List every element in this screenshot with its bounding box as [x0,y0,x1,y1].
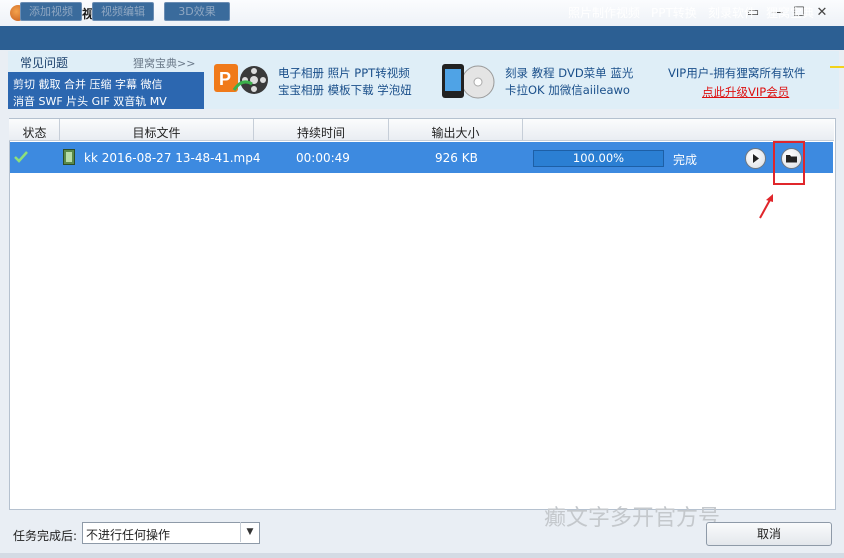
promo1-line-2[interactable]: 宝宝相册 模板下载 学泡妞 [278,82,412,98]
header-target-file[interactable]: 目标文件 [60,124,253,141]
chevron-down-icon[interactable]: ▼ [240,522,259,542]
after-task-label: 任务完成后: [13,529,78,543]
promo2-line-1[interactable]: 刻录 教程 DVD菜单 蓝光 [505,65,633,81]
header-status[interactable]: 状态 [10,124,59,141]
row-state: 完成 [673,153,698,167]
svg-text:P: P [219,69,231,89]
liwo-guide-link[interactable]: 狸窝宝典 [766,4,814,21]
annotation-arrow-icon [759,194,773,219]
edit-video-button[interactable]: 视频编辑 [92,2,154,21]
close-button[interactable]: ✕ [813,4,831,22]
play-icon [753,154,759,163]
video-file-icon [63,149,75,165]
header-duration[interactable]: 持续时间 [254,124,388,141]
row-output-size: 926 KB [435,151,478,165]
watermark: 癫文字多开官方号 [544,506,721,531]
check-icon [14,151,28,163]
burn-software-link[interactable]: 刻录软件 [708,4,756,21]
task-table [9,118,836,510]
yellow-marker [830,66,844,68]
toolbar [0,26,844,50]
faq-more-link[interactable]: 狸窝宝典>> [133,55,195,71]
faq-links-row-1[interactable]: 剪切 截取 合并 压缩 字幕 微信 [13,76,162,92]
annotation-highlight-box [773,141,805,185]
vip-upgrade-link[interactable]: 点此升级VIP会员 [702,84,789,100]
progress-bar: 100.00% [533,150,664,167]
ppt-film-icon[interactable]: P [212,60,270,98]
photo-video-link[interactable]: 照片制作视频 [568,4,640,21]
faq-links-row-2[interactable]: 消音 SWF 片头 GIF 双音轨 MV [13,93,167,109]
cancel-button[interactable]: 取消 [706,522,832,546]
header-divider [522,119,523,140]
add-video-button[interactable]: 添加视频 [20,2,82,21]
row-duration: 00:00:49 [296,151,350,165]
faq-title[interactable]: 常见问题 [20,54,68,71]
phone-dvd-icon[interactable] [438,60,496,100]
promo1-line-1[interactable]: 电子相册 照片 PPT转视频 [278,65,410,81]
ppt-convert-link[interactable]: PPT转换 [651,4,697,21]
3d-effect-button[interactable]: 3D效果 [164,2,230,21]
after-task-select-value: 不进行任何操作 [86,528,171,542]
row-file-name: kk 2016-08-27 13-48-41.mp4 [84,151,261,165]
vip-text: VIP用户-拥有狸窝所有软件 [668,66,806,80]
play-button[interactable] [745,148,766,169]
header-output-size[interactable]: 输出大小 [389,124,522,141]
promo2-line-2[interactable]: 卡拉OK 加微信aiileawo [505,82,630,98]
status-bar [0,553,844,558]
